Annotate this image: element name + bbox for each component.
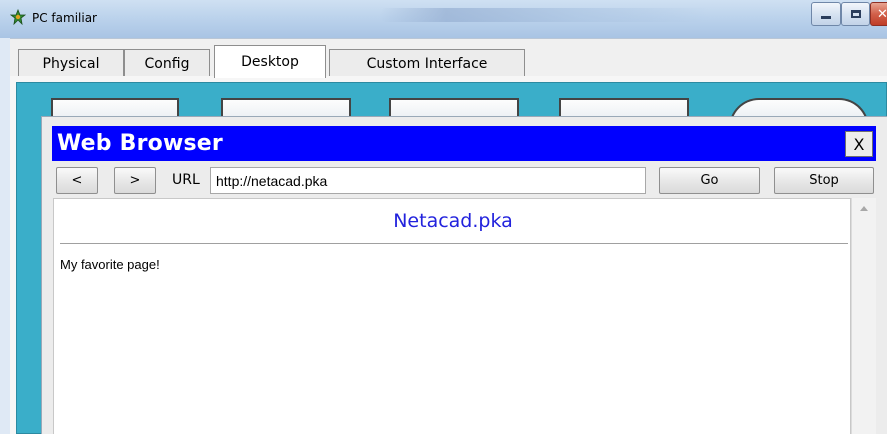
forward-button[interactable]: >: [114, 167, 156, 194]
app-icon: [9, 8, 27, 26]
url-label: URL: [172, 172, 200, 188]
titlebar-glass: [380, 8, 710, 22]
browser-titlebar: Web Browser X: [52, 126, 876, 161]
page-divider: [60, 243, 848, 244]
scroll-up-icon[interactable]: [860, 206, 868, 211]
vertical-scrollbar[interactable]: [851, 198, 876, 434]
web-browser-window: Web Browser X < > URL Go Stop Netacad.pk…: [42, 117, 887, 434]
tab-config[interactable]: Config: [124, 49, 210, 77]
close-window-button[interactable]: ✕: [870, 2, 887, 26]
window-titlebar: PC familiar ✕: [0, 0, 887, 38]
page-heading: Netacad.pka: [393, 210, 513, 232]
go-button[interactable]: Go: [659, 167, 760, 194]
back-button[interactable]: <: [56, 167, 98, 194]
tab-strip: Physical Config Desktop Custom Interface: [10, 38, 887, 78]
stop-button[interactable]: Stop: [774, 167, 874, 194]
minimize-icon: [821, 16, 831, 19]
minimize-button[interactable]: [811, 2, 841, 26]
tab-custom-interface[interactable]: Custom Interface: [329, 49, 525, 77]
maximize-button[interactable]: [841, 2, 870, 26]
tab-desktop[interactable]: Desktop: [214, 45, 326, 78]
close-icon: ✕: [877, 6, 887, 22]
browser-close-button[interactable]: X: [845, 131, 873, 157]
window-title: PC familiar: [32, 11, 97, 25]
maximize-icon: [850, 10, 861, 18]
tab-physical[interactable]: Physical: [18, 49, 124, 77]
browser-title: Web Browser: [57, 131, 223, 156]
page-body-text: My favorite page!: [60, 257, 160, 272]
page-content: Netacad.pka My favorite page!: [53, 198, 851, 434]
url-input[interactable]: [210, 167, 646, 194]
